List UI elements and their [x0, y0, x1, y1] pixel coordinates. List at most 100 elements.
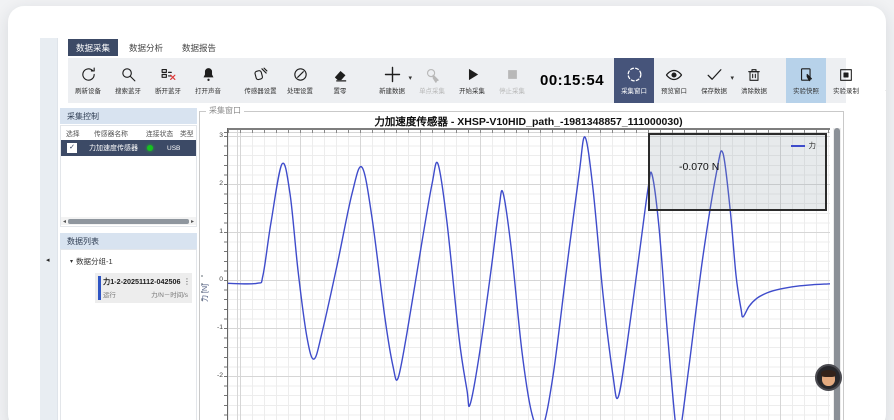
- trash-icon: [746, 66, 762, 84]
- toolbar-button-label: 搜索蓝牙: [115, 86, 141, 95]
- data-item-title: 力1-2-20251112-042506: [103, 277, 188, 287]
- toolbar-button-disconnect-bluetooth[interactable]: 断开蓝牙: [148, 58, 188, 103]
- toolbar-button-label: 打开声音: [195, 86, 221, 95]
- hscroll-thumb[interactable]: [68, 219, 189, 224]
- toolbar-button-experiment-record[interactable]: 实验录制: [826, 58, 866, 103]
- data-item-status: 运行: [103, 290, 116, 299]
- toolbar-button-stop-collect: 停止采集: [492, 58, 532, 103]
- sidebar-collapse-icon[interactable]: ◂: [46, 256, 50, 264]
- toolbar-button-open-sound[interactable]: 打开声音: [188, 58, 228, 103]
- data-group-row[interactable]: ▾数据分组-1: [61, 250, 196, 271]
- group-expand-caret-icon[interactable]: ▾: [70, 258, 73, 265]
- data-list: ▾数据分组-1 力1-2-20251112-042506 运行 力/N－时间/s ⋮: [60, 249, 197, 420]
- data-item-axes: 力/N－时间/s: [151, 290, 188, 299]
- chart-top-ticks: [227, 130, 830, 133]
- data-group-label: 数据分组-1: [76, 256, 113, 267]
- chart-y-axis-label: 力 [N]: [200, 284, 210, 302]
- y-tick-label: 1: [209, 228, 223, 235]
- toolbar-button-label: 断开蓝牙: [155, 86, 181, 95]
- edit-circle-icon: [292, 66, 309, 84]
- legend-line-swatch-icon: [791, 145, 805, 147]
- toolbar-button-save-data[interactable]: 保存数据▾: [694, 58, 734, 103]
- dashed-circle-icon: [625, 66, 644, 84]
- y-tick-label: 2: [209, 180, 223, 187]
- chart-left-minor-ticks: [224, 128, 227, 420]
- assistant-avatar-icon: [822, 372, 835, 386]
- sensor-col-header: 选择: [61, 128, 94, 138]
- toolbar-button-label: 实验录制: [833, 86, 859, 95]
- toolbar-button-process-settings[interactable]: 处理设置: [280, 58, 320, 103]
- sensor-icon: [252, 66, 269, 84]
- sensor-table-row[interactable]: ✓ 力加速度传感器 USB: [61, 140, 196, 156]
- toolbar-button-set-zero[interactable]: 置零: [320, 58, 360, 103]
- toolbar-button-search-bluetooth[interactable]: 搜索蓝牙: [108, 58, 148, 103]
- toolbar-button-label: 公式计算: [885, 86, 886, 95]
- toolbar-button-start-collect[interactable]: 开始采集: [452, 58, 492, 103]
- item-menu-dots-icon[interactable]: ⋮: [183, 277, 191, 286]
- data-list-panel-header: 数据列表: [60, 233, 197, 249]
- toolbar-button-label: 保存数据: [701, 86, 727, 95]
- stop-icon: [505, 66, 520, 84]
- chart-plot-area[interactable]: -0.070 N 力: [227, 128, 830, 420]
- sensor-checkbox[interactable]: ✓: [67, 143, 77, 153]
- toolbar-button-single-point-collect: 单点采集: [412, 58, 452, 103]
- assistant-avatar-button[interactable]: [815, 364, 842, 391]
- pointer-icon: [424, 66, 441, 84]
- toolbar-button-refresh-device[interactable]: 刷新设备: [68, 58, 108, 103]
- toolbar-button-new-data[interactable]: 新建数据▾: [372, 58, 412, 103]
- toolbar-button-label: 开始采集: [459, 86, 485, 95]
- item-color-bar: [98, 276, 101, 300]
- toolbar-button-label: 传感器设置: [244, 86, 276, 95]
- data-list-panel-title: 数据列表: [67, 236, 99, 247]
- sensor-col-header: 类型: [180, 128, 200, 138]
- chart-title: 力加速度传感器 - XHSP-V10HID_path_-1981348857_1…: [227, 114, 830, 129]
- sensor-col-header: 传感器名称: [94, 128, 146, 138]
- refresh-icon: [80, 66, 97, 84]
- sensor-table-header: 选择传感器名称连接状态类型: [61, 126, 196, 140]
- toolbar-button-collect-window[interactable]: 采集窗口: [614, 58, 654, 103]
- toolbar-button-label: 刷新设备: [75, 86, 101, 95]
- toolbar-button-formula-calc: 公式计算: [878, 58, 886, 103]
- y-tick-label: -2: [209, 372, 223, 379]
- app-window: ◂ 数据采集数据分析数据报告 刷新设备 搜索蓝牙 断开蓝牙 打开声音 传感器设置 处理设置…: [8, 6, 886, 420]
- sensor-col-header: 连接状态: [146, 128, 180, 138]
- toolbar-button-label: 采集窗口: [621, 86, 647, 95]
- toolbar-button-label: 预览窗口: [661, 86, 687, 95]
- eraser-icon: [332, 66, 349, 84]
- sensor-table-hscrollbar[interactable]: ◂ ▸: [61, 217, 196, 225]
- hscroll-left-arrow-icon[interactable]: ◂: [61, 218, 68, 225]
- tab-data-report[interactable]: 数据报告: [174, 39, 224, 56]
- chart-left-spine: [227, 128, 228, 420]
- toolbar-button-experiment-snapshot[interactable]: 实验快照: [786, 58, 826, 103]
- main-toolbar: 刷新设备 搜索蓝牙 断开蓝牙 打开声音 传感器设置 处理设置 置零 新建数据▾ 单点采集 开始采集…: [68, 58, 846, 103]
- tab-data-collect[interactable]: 数据采集: [68, 39, 118, 56]
- toolbar-button-label: 清除数据: [741, 86, 767, 95]
- tab-data-analysis[interactable]: 数据分析: [121, 39, 171, 56]
- left-collapse-strip: ◂: [40, 38, 58, 420]
- data-list-item[interactable]: 力1-2-20251112-042506 运行 力/N－时间/s ⋮: [95, 273, 192, 303]
- toolbar-button-clear-data[interactable]: 清除数据: [734, 58, 774, 103]
- toolbar-button-preview-window[interactable]: 预览窗口: [654, 58, 694, 103]
- bell-icon: [200, 66, 217, 84]
- snapshot-icon: [798, 66, 815, 84]
- application-root: { "colors": { "accent_navy": "#3c4a66", …: [0, 0, 894, 420]
- toolbar-button-label: 实验快照: [793, 86, 819, 95]
- chart-annotation: -0.070 N: [679, 161, 719, 173]
- sensor-table: 选择传感器名称连接状态类型 ✓ 力加速度传感器 USB ◂ ▸: [60, 125, 197, 227]
- sensor-name: 力加速度传感器: [89, 143, 138, 153]
- check-icon: [705, 66, 724, 84]
- chart-legend: 力: [791, 140, 817, 151]
- toolbar-button-label: 置零: [334, 86, 347, 95]
- legend-series-label: 力: [809, 140, 817, 151]
- plus-icon: [382, 66, 403, 84]
- toolbar-button-label: 停止采集: [499, 86, 525, 95]
- toolbar-button-sensor-settings[interactable]: 传感器设置: [240, 58, 280, 103]
- sensor-type: USB: [167, 145, 180, 152]
- bt-off-icon: [160, 66, 177, 84]
- acquisition-panel-header: 采集控制: [60, 108, 197, 124]
- hscroll-right-arrow-icon[interactable]: ▸: [189, 218, 196, 225]
- toolbar-button-label: 新建数据: [379, 86, 405, 95]
- toolbar-button-label: 处理设置: [287, 86, 313, 95]
- collect-timer: 00:15:54: [540, 72, 604, 89]
- toolbar-button-label: 单点采集: [419, 86, 445, 95]
